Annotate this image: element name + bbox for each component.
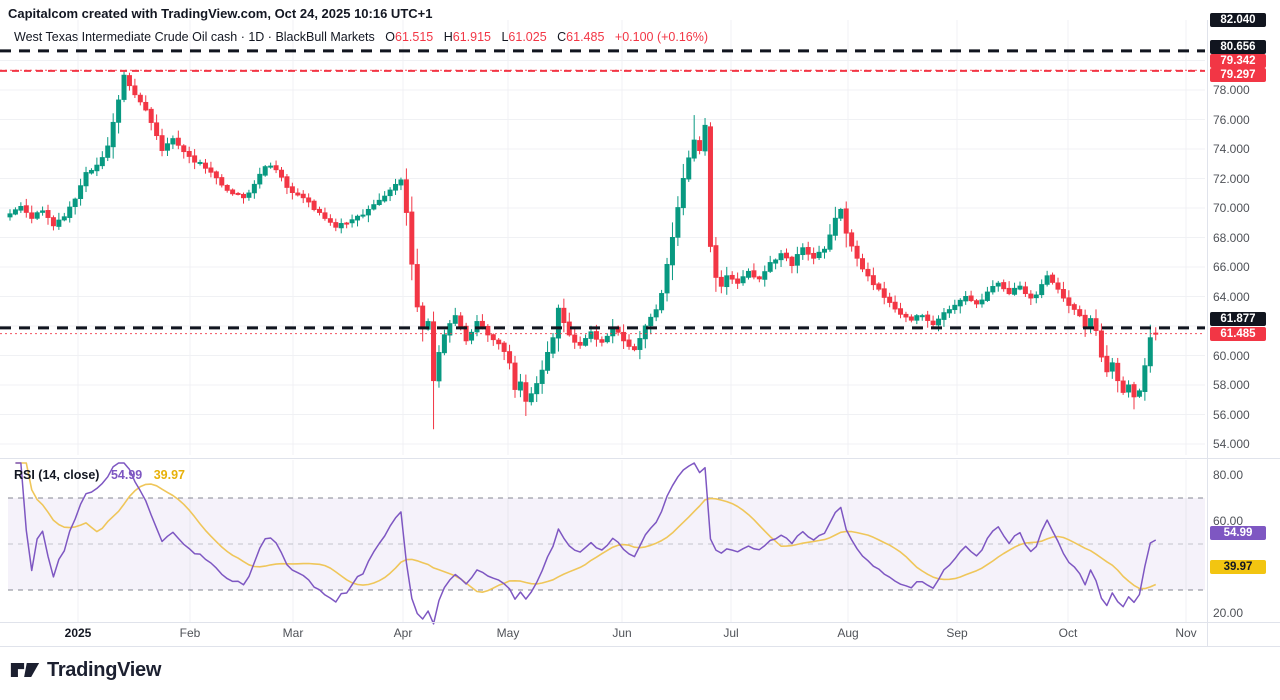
price-axis-border <box>1207 20 1208 646</box>
price-tick-label: 58.000 <box>1213 378 1250 392</box>
time-axis-label: Sep <box>946 626 967 640</box>
chart-bottom-border <box>0 646 1280 647</box>
tradingview-snapshot: { "attribution": "Capitalcom created wit… <box>0 0 1280 700</box>
time-axis-label: Jun <box>612 626 631 640</box>
symbol-title: West Texas Intermediate Crude Oil cash ·… <box>14 30 375 44</box>
price-tick-label: 76.000 <box>1213 113 1250 127</box>
time-axis-label: Feb <box>180 626 201 640</box>
pane-separator <box>0 458 1280 459</box>
price-tick-label: 64.000 <box>1213 290 1250 304</box>
price-tick-label: 54.000 <box>1213 437 1250 451</box>
time-axis-label: Apr <box>394 626 413 640</box>
ohlc-close-key: C <box>557 30 566 44</box>
price-tick-label: 60.000 <box>1213 349 1250 363</box>
price-axis-label: 61.877 <box>1210 312 1266 326</box>
price-axis-label: 80.656 <box>1210 40 1266 54</box>
time-axis-label: Jul <box>723 626 738 640</box>
ohlc-high-key: H <box>444 30 453 44</box>
price-tick-label: 74.000 <box>1213 142 1250 156</box>
rsi-tick-label: 80.00 <box>1213 468 1243 482</box>
price-tick-label: 66.000 <box>1213 260 1250 274</box>
price-axis-label: 61.485 <box>1210 327 1266 341</box>
ohlc-high-value: 61.915 <box>453 30 491 44</box>
rsi-title: RSI (14, close) <box>14 468 99 482</box>
time-axis-separator <box>0 622 1280 623</box>
symbol-header: West Texas Intermediate Crude Oil cash ·… <box>14 30 708 44</box>
change-value: +0.100 (+0.16%) <box>615 30 708 44</box>
tradingview-logo-text: TradingView <box>47 659 161 682</box>
rsi-tick-label: 20.00 <box>1213 606 1243 620</box>
price-axis-label: 82.040 <box>1210 13 1266 27</box>
price-tick-label: 56.000 <box>1213 408 1250 422</box>
price-tick-label: 70.000 <box>1213 201 1250 215</box>
ohlc-open-key: O <box>385 30 395 44</box>
ohlc-low-value: 61.025 <box>508 30 546 44</box>
price-tick-label: 78.000 <box>1213 83 1250 97</box>
rsi-axis-label: 54.99 <box>1210 526 1266 540</box>
price-axis-label: 79.297 <box>1210 68 1266 82</box>
price-tick-label: 68.000 <box>1213 231 1250 245</box>
price-tick-label: 72.000 <box>1213 172 1250 186</box>
tradingview-logo[interactable]: TradingView <box>10 658 161 682</box>
rsi-value: 54.99 <box>111 468 142 482</box>
time-axis-label: Mar <box>283 626 304 640</box>
time-axis-label: May <box>497 626 520 640</box>
ohlc-open-value: 61.515 <box>395 30 433 44</box>
attribution-text: Capitalcom created with TradingView.com,… <box>8 6 432 21</box>
ohlc-close-value: 61.485 <box>566 30 604 44</box>
rsi-ma-value: 39.97 <box>154 468 185 482</box>
rsi-axis-label: 39.97 <box>1210 560 1266 574</box>
time-axis-label: 2025 <box>65 626 92 640</box>
time-axis-label: Aug <box>837 626 858 640</box>
tradingview-logo-icon <box>10 658 40 682</box>
chart-canvas[interactable] <box>0 0 1280 700</box>
rsi-header: RSI (14, close) 54.99 39.97 <box>14 468 185 482</box>
price-axis-label: 79.342 <box>1210 54 1266 68</box>
time-axis-label: Oct <box>1059 626 1078 640</box>
time-axis-label: Nov <box>1175 626 1196 640</box>
